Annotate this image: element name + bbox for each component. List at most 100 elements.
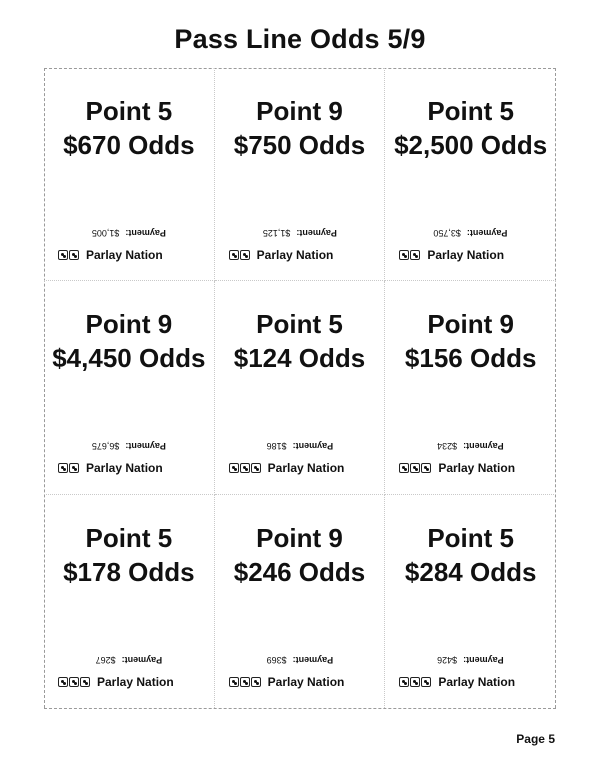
card-brand: Parlay Nation — [228, 248, 334, 262]
cut-line-bottom — [44, 708, 556, 709]
payment-value: $3,750 — [433, 228, 462, 238]
dice-icon — [80, 676, 90, 687]
card-brand: Parlay Nation — [399, 675, 515, 689]
card-point: Point 5 — [427, 522, 514, 553]
payment-value: $369 — [266, 654, 287, 665]
card-odds: $4,450 Odds — [52, 343, 206, 374]
dice-logo — [399, 463, 432, 474]
card-odds: $750 Odds — [233, 130, 366, 160]
brand-name: Parlay Nation — [86, 248, 163, 262]
card-grid: Point 5 $670 Odds Payment: $1,005 Parlay Nat… — [44, 68, 556, 708]
card-point: Point 9 — [85, 309, 173, 340]
odds-card: Point 5 $2,500 Odds Payment: $3,750 Parlay N… — [385, 68, 556, 282]
payment-label: Payment: — [292, 654, 333, 665]
brand-name: Parlay Nation — [438, 674, 516, 689]
card-payment: Payment: $6,675 — [44, 441, 214, 451]
dice-icon — [69, 463, 79, 474]
card-point: Point 5 — [85, 96, 173, 126]
card-point: Point 9 — [427, 309, 514, 340]
card-point: Point 9 — [256, 96, 343, 126]
dice-icon — [410, 676, 421, 687]
dice-logo — [228, 463, 262, 474]
card-odds: $156 Odds — [404, 343, 537, 374]
dice-icon — [410, 463, 421, 474]
dice-icon — [239, 250, 250, 260]
payment-label: Payment: — [463, 654, 504, 665]
card-point: Point 5 — [427, 96, 514, 126]
dice-logo — [58, 676, 91, 687]
payment-value: $6,675 — [91, 441, 120, 452]
brand-name: Parlay Nation — [97, 674, 174, 689]
dice-logo — [58, 250, 80, 260]
payment-label: Payment: — [463, 441, 504, 452]
dice-icon — [399, 463, 410, 474]
card-payment: Payment: $369 — [215, 655, 385, 665]
odds-card: Point 5 $284 Odds Payment: $426 Parlay Natio… — [385, 495, 556, 708]
payment-label: Payment: — [292, 441, 333, 452]
dice-icon — [250, 676, 261, 687]
dice-icon — [399, 250, 410, 260]
card-odds: $124 Odds — [233, 343, 366, 374]
dice-icon — [69, 676, 79, 687]
card-odds: $246 Odds — [233, 556, 366, 587]
card-odds: $670 Odds — [63, 130, 195, 160]
card-payment: Payment: $3,750 — [385, 228, 556, 238]
page-title: Pass Line Odds 5/9 — [174, 24, 426, 54]
odds-card: Point 9 $156 Odds Payment: $234 Parlay Natio… — [385, 281, 556, 495]
payment-value: $1,125 — [262, 228, 290, 238]
card-odds: $2,500 Odds — [394, 130, 548, 160]
dice-logo — [58, 463, 80, 474]
dice-icon — [421, 463, 432, 474]
dice-icon — [399, 676, 410, 687]
payment-value: $1,005 — [91, 228, 120, 238]
card-brand: Parlay Nation — [399, 248, 504, 262]
brand-name: Parlay Nation — [267, 674, 345, 689]
dice-icon — [58, 463, 68, 474]
card-odds: $284 Odds — [404, 556, 537, 587]
dice-icon — [58, 250, 68, 260]
payment-value: $234 — [437, 441, 458, 452]
dice-icon — [228, 676, 239, 687]
dice-icon — [228, 250, 239, 260]
brand-name: Parlay Nation — [427, 248, 505, 262]
card-odds: $178 Odds — [63, 556, 195, 587]
odds-card: Point 9 $246 Odds Payment: $369 Parlay Natio… — [215, 494, 386, 708]
card-brand: Parlay Nation — [228, 461, 345, 476]
brand-name: Parlay Nation — [438, 461, 516, 476]
payment-label: Payment: — [125, 441, 166, 452]
brand-name: Parlay Nation — [86, 461, 163, 476]
card-payment: Payment: $267 — [44, 655, 214, 665]
card-brand: Parlay Nation — [228, 674, 345, 689]
dice-icon — [250, 463, 261, 474]
payment-label: Payment: — [467, 228, 508, 238]
card-payment: Payment: $234 — [385, 441, 556, 451]
odds-card: Point 5 $124 Odds Payment: $186 Parlay Natio… — [214, 281, 386, 495]
dice-icon — [69, 250, 79, 260]
dice-icon — [239, 676, 250, 687]
card-point: Point 9 — [256, 522, 343, 553]
odds-card: Point 9 $4,450 Odds Payment: $6,675 Parlay N… — [44, 281, 215, 495]
dice-logo — [228, 676, 262, 687]
card-brand: Parlay Nation — [58, 461, 163, 475]
page-number: Page 5 — [516, 732, 555, 746]
card-brand: Parlay Nation — [399, 461, 515, 475]
dice-icon — [239, 463, 250, 474]
payment-label: Payment: — [121, 654, 163, 665]
card-point: Point 5 — [85, 522, 173, 553]
dice-logo — [399, 250, 421, 260]
odds-card: Point 9 $750 Odds Payment: $1,125 Parlay Nat… — [214, 68, 386, 282]
brand-name: Parlay Nation — [267, 461, 345, 476]
card-brand: Parlay Nation — [58, 675, 174, 689]
payment-value: $426 — [437, 654, 458, 665]
card-payment: Payment: $1,125 — [215, 228, 385, 238]
payment-value: $267 — [95, 654, 116, 665]
card-payment: Payment: $1,005 — [44, 228, 214, 238]
dice-icon — [58, 676, 68, 687]
card-point: Point 5 — [256, 309, 343, 340]
dice-logo — [228, 250, 251, 260]
dice-icon — [410, 250, 421, 260]
payment-value: $186 — [266, 441, 287, 452]
payment-label: Payment: — [296, 228, 337, 238]
payment-label: Payment: — [125, 228, 166, 238]
brand-name: Parlay Nation — [256, 248, 334, 262]
